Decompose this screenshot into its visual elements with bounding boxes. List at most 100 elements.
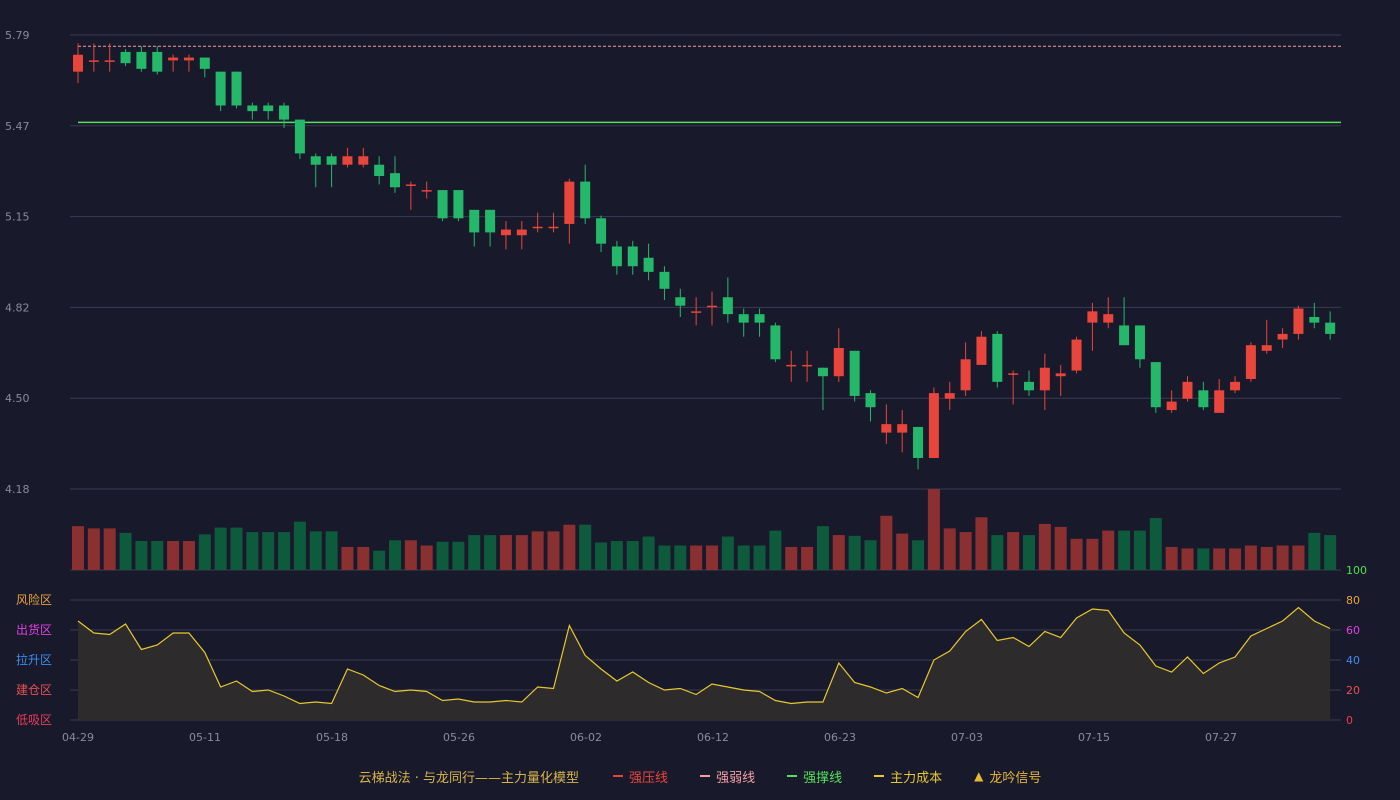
candle-body bbox=[390, 173, 400, 188]
volume-bar bbox=[896, 533, 909, 570]
candle-body bbox=[691, 311, 702, 313]
candle-body bbox=[485, 209, 496, 233]
candle-body bbox=[849, 350, 860, 396]
candle-body bbox=[675, 297, 686, 306]
volume-bar bbox=[404, 540, 417, 570]
volume-bar bbox=[357, 546, 370, 570]
date-tick-label: 07-27 bbox=[1205, 731, 1237, 744]
zone-label: 出货区 bbox=[16, 622, 52, 637]
volume-bar bbox=[753, 545, 766, 570]
volume-bar bbox=[927, 489, 940, 570]
volume-bar bbox=[1276, 545, 1289, 570]
candle-body bbox=[405, 184, 416, 186]
volume-bar bbox=[135, 541, 148, 570]
volume-bar bbox=[769, 530, 782, 570]
candle-body bbox=[627, 246, 638, 267]
volume-bar bbox=[1102, 530, 1115, 570]
volume-bar bbox=[230, 527, 243, 570]
volume-bar bbox=[1213, 548, 1226, 570]
candle-body bbox=[1150, 362, 1161, 408]
volume-bar bbox=[1133, 530, 1146, 570]
candle-body bbox=[802, 364, 813, 367]
volume-bar bbox=[1181, 548, 1194, 570]
volume-bar bbox=[801, 546, 814, 570]
candle-body bbox=[1230, 381, 1241, 391]
volume-bar bbox=[1197, 548, 1210, 570]
volume-bar bbox=[499, 535, 512, 570]
zone-label: 风险区 bbox=[16, 592, 52, 607]
candle-body bbox=[1182, 381, 1193, 399]
volume-bar bbox=[785, 546, 798, 570]
volume-bar bbox=[515, 535, 528, 570]
volume-bar bbox=[278, 532, 291, 570]
date-tick-label: 06-12 bbox=[697, 731, 729, 744]
volume-bar bbox=[484, 535, 497, 570]
candle-body bbox=[342, 156, 353, 165]
date-tick-label: 07-03 bbox=[951, 731, 983, 744]
candle-body bbox=[738, 314, 749, 323]
candle-body bbox=[976, 336, 987, 365]
candle-body bbox=[73, 54, 83, 72]
volume-bar bbox=[468, 535, 481, 570]
volume-bar bbox=[1244, 545, 1257, 570]
candle-body bbox=[1039, 367, 1050, 391]
volume-bar bbox=[1165, 546, 1178, 570]
legend-label-signal: 龙吟信号 bbox=[989, 770, 1042, 786]
candle-body bbox=[183, 57, 194, 61]
candle-body bbox=[564, 181, 575, 224]
candle-body bbox=[770, 325, 781, 360]
volume-bar bbox=[373, 550, 386, 570]
candle-body bbox=[358, 156, 369, 165]
candle-body bbox=[1293, 308, 1304, 334]
candle-body bbox=[865, 393, 876, 408]
volume-bar bbox=[579, 524, 592, 570]
legend-item-strength[interactable]: 强弱线 bbox=[700, 767, 755, 786]
candle-body bbox=[310, 156, 321, 165]
candle-body bbox=[120, 51, 131, 64]
volume-bar bbox=[1149, 517, 1162, 570]
legend-item-cost[interactable]: 主力成本 bbox=[874, 767, 942, 786]
candle-body bbox=[247, 105, 258, 112]
legend-item-support[interactable]: 强撑线 bbox=[787, 767, 842, 786]
volume-bar bbox=[1292, 545, 1305, 570]
volume-bar bbox=[1038, 523, 1051, 570]
indicator-tick-label: 40 bbox=[1346, 654, 1360, 667]
price-tick-label: 4.82 bbox=[5, 301, 30, 314]
candle-body bbox=[532, 226, 543, 229]
candle-body bbox=[1071, 339, 1082, 371]
volume-bar bbox=[182, 541, 195, 570]
legend-item-signal[interactable]: ▲ 龙吟信号 bbox=[974, 767, 1041, 786]
candle-body bbox=[1198, 390, 1209, 408]
candle-body bbox=[1214, 390, 1225, 413]
candle-body bbox=[596, 218, 607, 244]
support-line-swatch bbox=[787, 775, 798, 777]
volume-bar bbox=[325, 531, 338, 570]
volume-bar bbox=[198, 534, 211, 570]
candle-body bbox=[104, 60, 115, 62]
zone-label: 建仓区 bbox=[16, 683, 52, 697]
candle-body bbox=[643, 257, 654, 272]
volume-bar bbox=[389, 540, 401, 570]
volume-bar bbox=[1229, 548, 1242, 570]
volume-bar bbox=[531, 531, 544, 570]
candle-body bbox=[199, 57, 210, 69]
date-tick-label: 07-15 bbox=[1078, 731, 1110, 744]
indicator-area bbox=[78, 607, 1331, 720]
volume-bar bbox=[563, 524, 576, 570]
price-tick-label: 4.18 bbox=[5, 483, 30, 496]
candle-body bbox=[294, 119, 305, 154]
candle-body bbox=[548, 226, 559, 229]
indicator-tick-label: 100 bbox=[1346, 564, 1367, 577]
volume-bar bbox=[1023, 535, 1035, 570]
volume-bar bbox=[1007, 532, 1020, 570]
volume-bar bbox=[1118, 530, 1131, 570]
date-tick-label: 05-26 bbox=[443, 731, 475, 744]
indicator-tick-label: 0 bbox=[1346, 714, 1353, 727]
volume-bar bbox=[737, 545, 750, 570]
legend-item-resistance[interactable]: 强压线 bbox=[613, 767, 668, 786]
volume-bar bbox=[943, 528, 956, 570]
volume-bar bbox=[1324, 535, 1337, 570]
candle-body bbox=[469, 209, 480, 233]
candle-body bbox=[928, 393, 939, 458]
candle-body bbox=[1087, 311, 1098, 323]
